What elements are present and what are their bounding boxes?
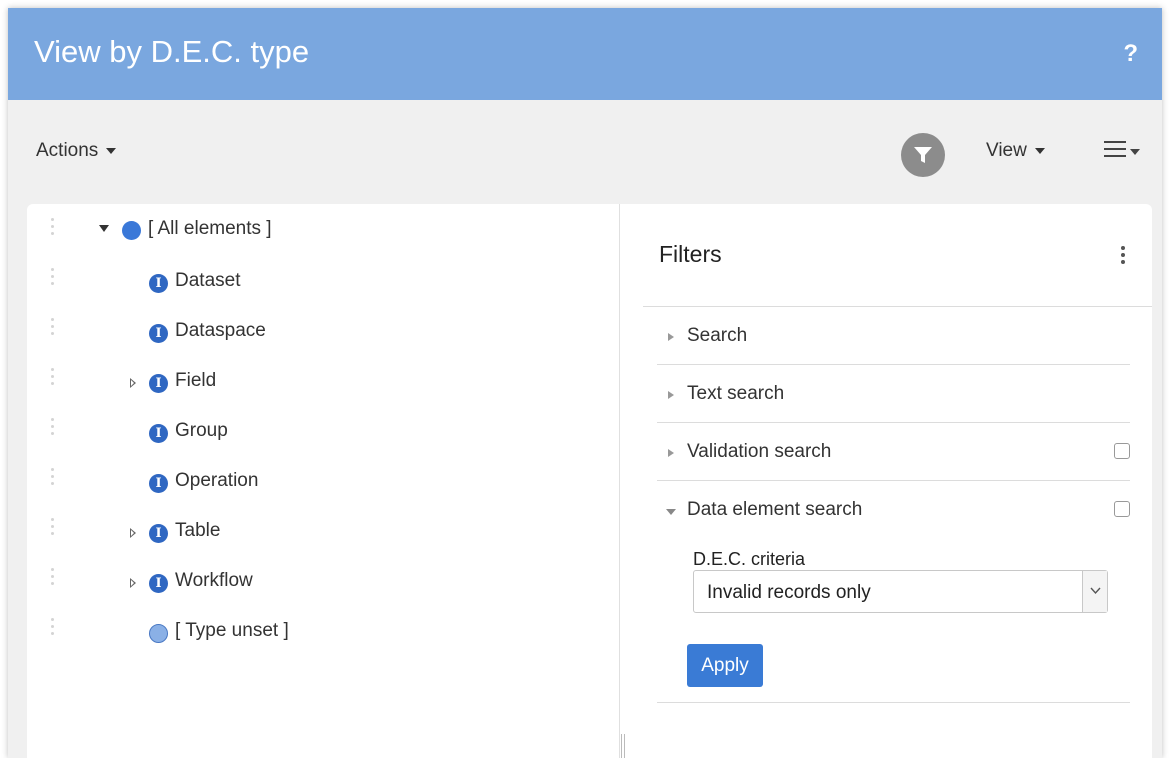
filter-section-label: Validation search <box>687 441 832 462</box>
info-icon: I <box>149 324 168 343</box>
tree-item-dataset[interactable]: I Dataset <box>27 264 619 304</box>
filters-bottom-divider <box>657 702 1130 703</box>
collapsed-triangle-icon[interactable] <box>130 578 136 588</box>
chevron-down-icon <box>1090 587 1101 595</box>
view-menu-button[interactable]: View <box>986 140 1045 162</box>
main-content: [ All elements ] I Dataset I Dataspace I… <box>27 204 1152 758</box>
funnel-icon <box>914 147 932 163</box>
collapsed-triangle-icon <box>668 449 674 457</box>
tree-item-label: Field <box>175 370 217 391</box>
tree-item-all-elements[interactable]: [ All elements ] <box>27 214 619 254</box>
info-icon: I <box>149 274 168 293</box>
filter-section-search[interactable]: Search <box>657 307 1130 365</box>
drag-handle-icon[interactable] <box>51 268 55 288</box>
help-button[interactable]: ? <box>1123 40 1138 68</box>
caret-down-icon <box>106 148 117 154</box>
view-label: View <box>986 140 1027 161</box>
filter-section-label: Search <box>687 325 748 346</box>
filter-section-text-search[interactable]: Text search <box>657 365 1130 423</box>
collapsed-triangle-icon <box>668 391 674 399</box>
expanded-triangle-icon[interactable] <box>99 225 109 232</box>
collapsed-triangle-icon[interactable] <box>130 378 136 388</box>
tree-item-label: Operation <box>175 470 259 491</box>
data-element-search-checkbox[interactable] <box>1114 501 1130 517</box>
page-title: View by D.E.C. type <box>34 34 310 69</box>
blue-dot-icon <box>122 221 141 240</box>
info-icon: I <box>149 474 168 493</box>
drag-handle-icon[interactable] <box>51 618 55 638</box>
drag-handle-icon[interactable] <box>51 418 55 438</box>
dec-criteria-value: Invalid records only <box>707 582 871 603</box>
resize-handle-icon[interactable] <box>621 734 625 758</box>
collapsed-triangle-icon[interactable] <box>130 528 136 538</box>
expanded-triangle-icon <box>666 509 676 515</box>
validation-search-checkbox[interactable] <box>1114 443 1130 459</box>
filter-section-label: Data element search <box>687 499 863 520</box>
actions-menu-button[interactable]: Actions <box>36 140 117 162</box>
caret-down-icon <box>1034 148 1045 154</box>
tree-item-operation[interactable]: I Operation <box>27 464 619 504</box>
dec-criteria-label: D.E.C. criteria <box>693 549 806 569</box>
collapsed-triangle-icon <box>668 333 674 341</box>
dec-criteria-select[interactable]: Invalid records only <box>693 570 1108 613</box>
tree-item-label: Group <box>175 420 228 441</box>
filter-section-data-element-search[interactable]: Data element search <box>657 481 1130 539</box>
light-blue-dot-icon <box>149 624 168 643</box>
drag-handle-icon[interactable] <box>51 318 55 338</box>
filter-section-validation-search[interactable]: Validation search <box>657 423 1130 481</box>
drag-handle-icon[interactable] <box>51 218 55 238</box>
filter-toggle-button[interactable] <box>901 133 945 177</box>
panel-divider <box>619 204 620 758</box>
caret-down-icon <box>1130 148 1140 155</box>
tree-item-label: Dataspace <box>175 320 266 341</box>
drag-handle-icon[interactable] <box>51 568 55 588</box>
drag-handle-icon[interactable] <box>51 368 55 388</box>
info-icon: I <box>149 374 168 393</box>
type-tree: [ All elements ] I Dataset I Dataspace I… <box>27 204 619 758</box>
tree-item-label: Dataset <box>175 270 241 291</box>
filter-section-label: Text search <box>687 383 785 404</box>
tree-item-group[interactable]: I Group <box>27 414 619 454</box>
tree-item-label: [ Type unset ] <box>175 620 289 641</box>
page-header: View by D.E.C. type ? <box>8 8 1162 100</box>
tree-item-label: [ All elements ] <box>148 218 272 239</box>
info-icon: I <box>149 524 168 543</box>
tree-item-label: Table <box>175 520 221 541</box>
tree-item-workflow[interactable]: I Workflow <box>27 564 619 604</box>
filters-title: Filters <box>659 241 722 267</box>
dropdown-arrow[interactable] <box>1082 571 1107 612</box>
kebab-menu-icon[interactable] <box>1121 246 1127 266</box>
tree-item-type-unset[interactable]: [ Type unset ] <box>27 614 619 654</box>
drag-handle-icon[interactable] <box>51 468 55 488</box>
drag-handle-icon[interactable] <box>51 518 55 538</box>
app-window: View by D.E.C. type ? Actions View [All… <box>8 8 1162 758</box>
tree-item-table[interactable]: I Table <box>27 514 619 554</box>
tree-item-dataspace[interactable]: I Dataspace <box>27 314 619 354</box>
apply-button[interactable]: Apply <box>687 644 763 687</box>
tree-item-label: Workflow <box>175 570 253 591</box>
info-icon: I <box>149 574 168 593</box>
actions-label: Actions <box>36 140 99 161</box>
hamburger-icon <box>1104 141 1126 162</box>
info-icon: I <box>149 424 168 443</box>
toolbar: Actions View <box>8 100 1162 204</box>
tree-item-field[interactable]: I Field <box>27 364 619 404</box>
list-menu-button[interactable] <box>1104 141 1140 162</box>
